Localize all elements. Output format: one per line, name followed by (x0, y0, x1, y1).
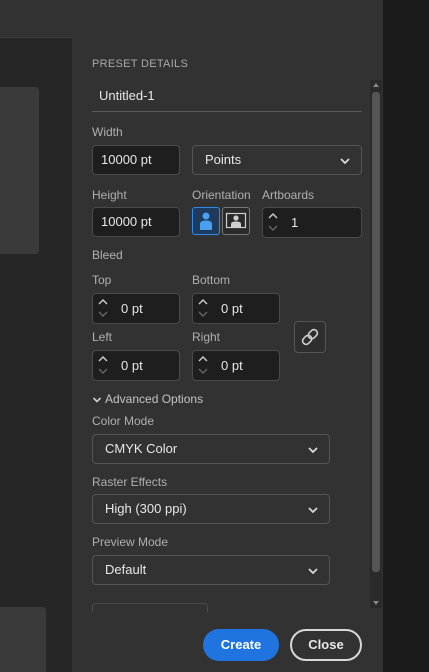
bleed-top-label: Top (92, 273, 112, 287)
bleed-label: Bleed (92, 248, 123, 262)
section-title: PRESET DETAILS (92, 58, 189, 70)
link-bleed-button[interactable] (294, 321, 326, 353)
width-label: Width (92, 125, 123, 139)
raster-effects-label: Raster Effects (92, 475, 168, 489)
color-mode-select[interactable]: CMYK Color (92, 434, 330, 464)
close-button[interactable]: Close (290, 629, 362, 661)
scroll-down-icon[interactable] (370, 598, 382, 608)
preset-thumbnail[interactable] (0, 607, 46, 672)
height-label: Height (92, 188, 127, 202)
chevron-down-icon (340, 158, 350, 165)
preview-mode-value: Default (105, 562, 147, 577)
portrait-icon (200, 212, 212, 230)
portrait-button[interactable] (192, 207, 220, 235)
bleed-top-stepper[interactable]: 0 pt (92, 293, 180, 324)
chevron-down-icon (308, 447, 318, 454)
artboards-stepper[interactable]: 1 (262, 207, 362, 238)
bleed-right-label: Right (192, 330, 221, 344)
scroll-up-icon[interactable] (370, 80, 382, 90)
advanced-options-toggle[interactable]: Advanced Options (92, 392, 203, 406)
width-input[interactable]: 10000 pt (92, 145, 180, 175)
preview-mode-label: Preview Mode (92, 535, 169, 549)
color-mode-label: Color Mode (92, 414, 155, 428)
document-name-input[interactable]: Untitled-1 (92, 82, 362, 112)
height-input[interactable]: 10000 pt (92, 207, 180, 237)
window-edge (383, 0, 429, 672)
artboards-value: 1 (291, 215, 299, 230)
artboards-label: Artboards (262, 188, 315, 202)
bleed-left-stepper[interactable]: 0 pt (92, 350, 180, 381)
chevron-down-icon (308, 507, 318, 514)
landscape-icon (225, 212, 247, 229)
chevron-down-icon (92, 397, 102, 403)
landscape-button[interactable] (222, 207, 250, 235)
scrollbar-thumb[interactable] (372, 92, 380, 572)
units-select[interactable]: Points (192, 145, 362, 175)
stepper-arrows-icon[interactable] (93, 351, 113, 380)
advanced-options-label: Advanced Options (105, 392, 204, 406)
more-options-button[interactable] (92, 603, 208, 612)
bleed-bottom-label: Bottom (192, 273, 231, 287)
orientation-label: Orientation (192, 188, 251, 202)
dialog-header (0, 0, 383, 38)
stepper-arrows-icon[interactable] (193, 294, 213, 323)
stepper-arrows-icon[interactable] (93, 294, 113, 323)
bleed-bottom-stepper[interactable]: 0 pt (192, 293, 280, 324)
preview-mode-select[interactable]: Default (92, 555, 330, 585)
raster-effects-select[interactable]: High (300 ppi) (92, 494, 330, 524)
bleed-right-value: 0 pt (221, 358, 243, 373)
raster-effects-value: High (300 ppi) (105, 501, 187, 516)
color-mode-value: CMYK Color (105, 441, 178, 456)
bleed-left-value: 0 pt (121, 358, 143, 373)
stepper-arrows-icon[interactable] (263, 208, 283, 237)
create-button[interactable]: Create (203, 629, 279, 661)
units-select-value: Points (205, 152, 242, 167)
bleed-top-value: 0 pt (121, 301, 143, 316)
link-icon (301, 328, 319, 346)
chevron-down-icon (308, 568, 318, 575)
bleed-bottom-value: 0 pt (221, 301, 243, 316)
stepper-arrows-icon[interactable] (193, 351, 213, 380)
bleed-left-label: Left (92, 330, 113, 344)
bleed-right-stepper[interactable]: 0 pt (192, 350, 280, 381)
preset-thumbnail[interactable] (0, 87, 39, 254)
